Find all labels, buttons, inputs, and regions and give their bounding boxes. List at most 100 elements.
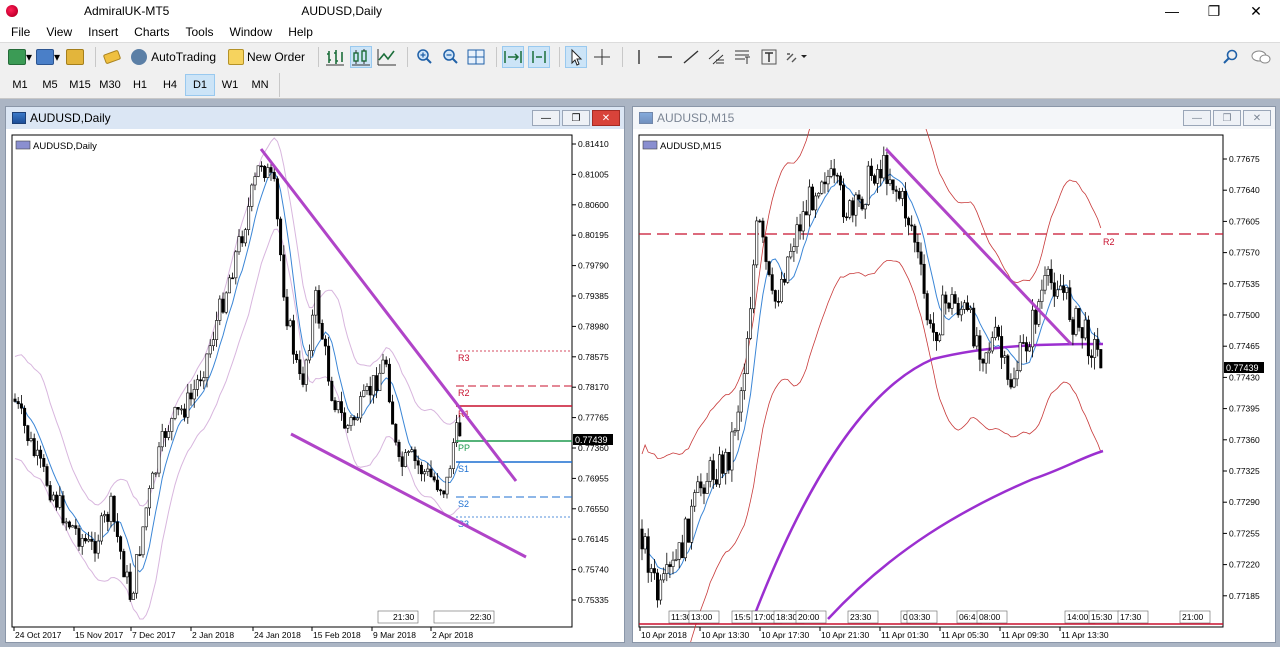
menu-tools[interactable]: Tools [178, 25, 222, 39]
pivot-r2-label: R2 [458, 388, 470, 398]
chart-window-icon [639, 112, 653, 124]
candlestick-button[interactable] [350, 46, 373, 68]
m15-chart[interactable]: AUDUSD,M15 R2 11:30 13:00 15:5 17:00 18:30 20… [633, 129, 1275, 642]
timeframe-m30[interactable]: M30 [95, 74, 125, 96]
timeframe-h4[interactable]: H4 [155, 74, 185, 96]
new-chart-button[interactable]: ▾ [8, 46, 32, 68]
horizontal-line-button[interactable] [654, 46, 676, 68]
candle [1062, 285, 1066, 293]
candle [144, 507, 148, 528]
candle [705, 481, 709, 494]
candle [823, 181, 827, 185]
autotrading-button[interactable]: AutoTrading [127, 46, 220, 68]
toolbar-separator [559, 47, 561, 67]
candle [975, 335, 979, 347]
candle [798, 224, 802, 232]
trendline-button[interactable] [680, 46, 702, 68]
shapes-button[interactable] [784, 46, 808, 68]
chat-button[interactable] [1250, 46, 1272, 68]
candle [962, 302, 966, 310]
profiles-button[interactable]: ▾ [36, 46, 60, 68]
candle [674, 558, 678, 561]
candle [163, 431, 167, 438]
candle [42, 458, 46, 467]
session-mark: 13:00 [691, 612, 713, 622]
chart-window-m15[interactable]: AUDUSD,M15 — ❐ ✕ AUDUSD,M15 R2 11:30 13:0… [632, 106, 1276, 643]
candle [349, 417, 353, 426]
price-axis: 0.81410 0.81005 0.80600 0.80195 0.79790 0.793… [572, 139, 609, 605]
time-axis: 10 Apr 2018 10 Apr 13:30 10 Apr 17:30 10 Ap… [639, 627, 1109, 640]
candle [953, 294, 957, 304]
candle [67, 521, 71, 528]
menu-window[interactable]: Window [222, 25, 281, 39]
zoom-in-button[interactable] [413, 46, 435, 68]
timeframe-m15[interactable]: M15 [65, 74, 95, 96]
candle [749, 308, 753, 339]
candle [702, 487, 706, 494]
daily-chart[interactable]: AUDUSD,Daily R3 R2 R1 PP S1 S2 S3 [6, 129, 624, 642]
window-minimize-button[interactable]: — [532, 110, 560, 126]
timeframe-m1[interactable]: M1 [5, 74, 35, 96]
bar-chart-button[interactable] [324, 46, 346, 68]
candle [1052, 282, 1056, 297]
search-button[interactable] [1220, 46, 1242, 68]
chart-window-daily[interactable]: AUDUSD,Daily — ❐ ✕ AUDUSD,Daily R3 R2 PP… [5, 106, 625, 643]
candle [135, 554, 139, 594]
candle [205, 353, 209, 378]
timeframe-mn[interactable]: MN [245, 74, 275, 96]
auto-scroll-button[interactable] [502, 46, 525, 68]
equidistant-channel-button[interactable] [706, 46, 728, 68]
line-chart-button[interactable] [376, 46, 398, 68]
market-watch-button[interactable] [64, 46, 86, 68]
price-tick-label: 0.77765 [578, 413, 609, 423]
time-tick-label: 2 Jan 2018 [192, 630, 234, 640]
crosshair-button[interactable] [591, 46, 613, 68]
candle [279, 218, 283, 256]
vertical-line-button[interactable] [628, 46, 650, 68]
menu-view[interactable]: View [38, 25, 80, 39]
time-tick-label: 11 Apr 09:30 [1001, 630, 1049, 640]
cursor-button[interactable] [565, 46, 588, 68]
timeframe-d1[interactable]: D1 [185, 73, 215, 96]
tile-windows-button[interactable] [465, 46, 487, 68]
menu-charts[interactable]: Charts [126, 25, 177, 39]
candle [1093, 339, 1097, 358]
timeframe-w1[interactable]: W1 [215, 74, 245, 96]
window-minimize-button[interactable]: — [1183, 110, 1211, 126]
bar-chart-icon [326, 50, 345, 66]
price-tick-label: 0.81005 [578, 169, 609, 179]
menu-help[interactable]: Help [280, 25, 321, 39]
price-tick-label: 0.77430 [1229, 372, 1260, 382]
menu-file[interactable]: File [3, 25, 38, 39]
close-button[interactable]: ✕ [1236, 0, 1276, 22]
candle [1068, 287, 1072, 320]
chart-shift-button[interactable] [528, 46, 551, 68]
minimize-button[interactable]: — [1152, 0, 1192, 22]
candle [35, 449, 39, 456]
candle [795, 224, 799, 248]
timeframe-m5[interactable]: M5 [35, 74, 65, 96]
tile-windows-icon [467, 49, 485, 65]
window-maximize-button[interactable]: ❐ [1213, 110, 1241, 126]
price-tick-label: 0.75335 [578, 595, 609, 605]
candle [13, 398, 17, 402]
zoom-out-button[interactable] [439, 46, 461, 68]
time-axis: 24 Oct 2017 15 Nov 2017 7 Dec 2017 2 Jan 20… [13, 627, 473, 640]
candle [234, 251, 238, 279]
metaeditor-button[interactable] [101, 46, 123, 68]
window-close-button[interactable]: ✕ [1243, 110, 1271, 126]
horizontal-line-icon [658, 56, 673, 58]
session-mark: 08:00 [979, 612, 1001, 622]
session-mark: 15:30 [1091, 612, 1113, 622]
window-close-button[interactable]: ✕ [592, 110, 620, 126]
candle [727, 452, 731, 471]
restore-button[interactable]: ❐ [1194, 0, 1234, 22]
candle [307, 350, 311, 361]
menu-insert[interactable]: Insert [80, 25, 126, 39]
text-button[interactable] [758, 46, 780, 68]
timeframe-h1[interactable]: H1 [125, 74, 155, 96]
new-order-button[interactable]: New Order [224, 46, 309, 68]
fibonacci-button[interactable] [732, 46, 754, 68]
window-maximize-button[interactable]: ❐ [562, 110, 590, 126]
candle [407, 451, 411, 453]
